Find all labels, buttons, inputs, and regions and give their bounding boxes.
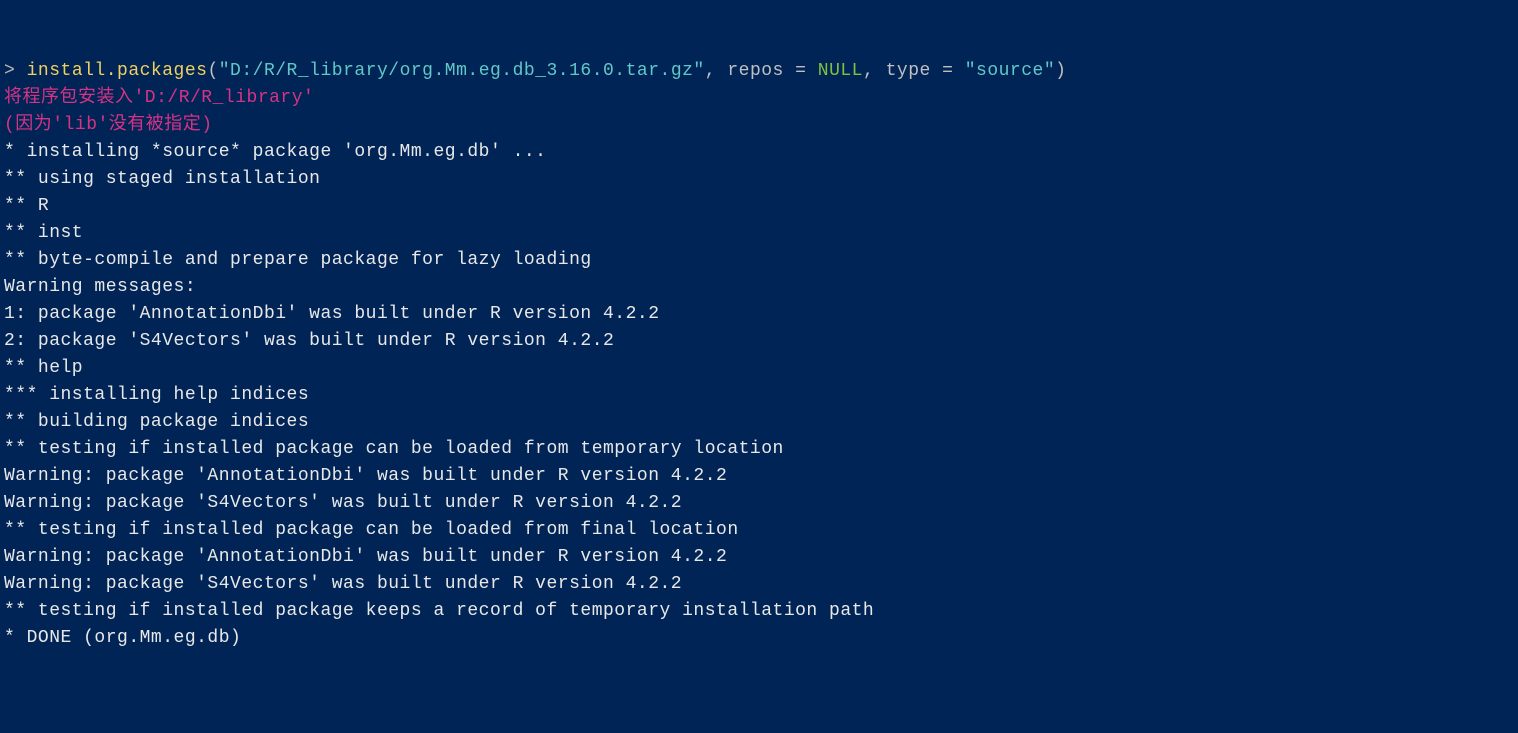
console-area[interactable]: > install.packages("D:/R/R_library/org.M… xyxy=(4,58,1514,652)
eq2: = xyxy=(931,61,965,81)
output-line: Warning: package 'S4Vectors' was built u… xyxy=(4,493,682,513)
prompt-symbol: > xyxy=(4,61,27,81)
output-line: ** testing if installed package can be l… xyxy=(4,520,739,540)
output-line: ** using staged installation xyxy=(4,169,320,189)
sep1: , xyxy=(705,61,728,81)
output-line: ** R xyxy=(4,196,49,216)
output-line: Warning messages: xyxy=(4,277,196,297)
arg-string: "D:/R/R_library/org.Mm.eg.db_3.16.0.tar.… xyxy=(219,61,705,81)
output-line: 1: package 'AnnotationDbi' was built und… xyxy=(4,304,660,324)
prompt-line: > install.packages("D:/R/R_library/org.M… xyxy=(4,61,1066,81)
open-paren: ( xyxy=(207,61,218,81)
output-line: ** help xyxy=(4,358,83,378)
command-name: install.packages xyxy=(27,61,208,81)
output-line: * DONE (org.Mm.eg.db) xyxy=(4,628,241,648)
output-line: ** inst xyxy=(4,223,83,243)
output-line: * installing *source* package 'org.Mm.eg… xyxy=(4,142,546,162)
sep2: , xyxy=(863,61,886,81)
output-line: ** byte-compile and prepare package for … xyxy=(4,250,592,270)
output-line: *** installing help indices xyxy=(4,385,309,405)
output-line: ** testing if installed package keeps a … xyxy=(4,601,874,621)
output-line: ** testing if installed package can be l… xyxy=(4,439,784,459)
output-line: 2: package 'S4Vectors' was built under R… xyxy=(4,331,614,351)
param1-value: NULL xyxy=(818,61,863,81)
output-line: Warning: package 'AnnotationDbi' was bui… xyxy=(4,547,727,567)
param2-value: "source" xyxy=(965,61,1055,81)
output-line: Warning: package 'S4Vectors' was built u… xyxy=(4,574,682,594)
install-message-line2: (因为'lib'没有被指定) xyxy=(4,115,213,135)
param1-name: repos xyxy=(727,61,784,81)
output-line: Warning: package 'AnnotationDbi' was bui… xyxy=(4,466,727,486)
eq1: = xyxy=(784,61,818,81)
install-message-line1: 将程序包安装入'D:/R/R_library' xyxy=(4,88,314,108)
output-line: ** building package indices xyxy=(4,412,309,432)
param2-name: type xyxy=(886,61,931,81)
close-paren: ) xyxy=(1055,61,1066,81)
